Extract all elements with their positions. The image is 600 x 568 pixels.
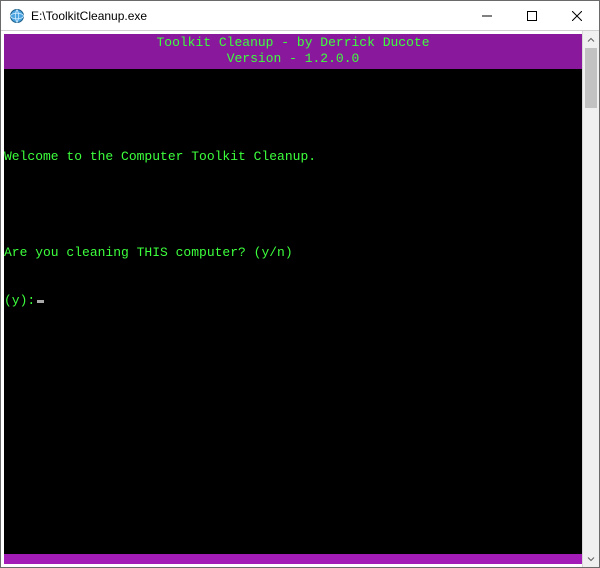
welcome-text: Welcome to the Computer Toolkit Cleanup.: [4, 149, 582, 165]
minimize-button[interactable]: [464, 1, 509, 30]
client-area: Toolkit Cleanup - by Derrick Ducote Vers…: [1, 31, 599, 567]
close-icon: [572, 11, 582, 21]
close-button[interactable]: [554, 1, 599, 30]
vertical-scrollbar[interactable]: [582, 31, 599, 567]
console-body: Welcome to the Computer Toolkit Cleanup.…: [4, 69, 582, 554]
window-title: E:\ToolkitCleanup.exe: [31, 9, 464, 23]
scroll-up-button[interactable]: [583, 31, 599, 48]
prompt-text: (y):: [4, 293, 35, 308]
chevron-up-icon: [587, 36, 595, 44]
titlebar[interactable]: E:\ToolkitCleanup.exe: [1, 1, 599, 31]
maximize-button[interactable]: [509, 1, 554, 30]
window-controls: [464, 1, 599, 30]
prompt-line: (y):: [4, 293, 582, 309]
console-terminal[interactable]: Toolkit Cleanup - by Derrick Ducote Vers…: [4, 34, 582, 564]
minimize-icon: [482, 11, 492, 21]
maximize-icon: [527, 11, 537, 21]
banner: Toolkit Cleanup - by Derrick Ducote Vers…: [4, 34, 582, 69]
scroll-track[interactable]: [583, 48, 599, 550]
banner-title: Toolkit Cleanup - by Derrick Ducote: [4, 35, 582, 51]
chevron-down-icon: [587, 555, 595, 563]
scroll-down-button[interactable]: [583, 550, 599, 567]
banner-version: Version - 1.2.0.0: [4, 51, 582, 67]
footer-bar: [4, 554, 582, 564]
cursor: [37, 300, 44, 303]
app-window: E:\ToolkitCleanup.exe Toolkit Cleanup - …: [0, 0, 600, 568]
question-text: Are you cleaning THIS computer? (y/n): [4, 245, 582, 261]
app-icon: [9, 8, 25, 24]
scroll-thumb[interactable]: [585, 48, 597, 108]
